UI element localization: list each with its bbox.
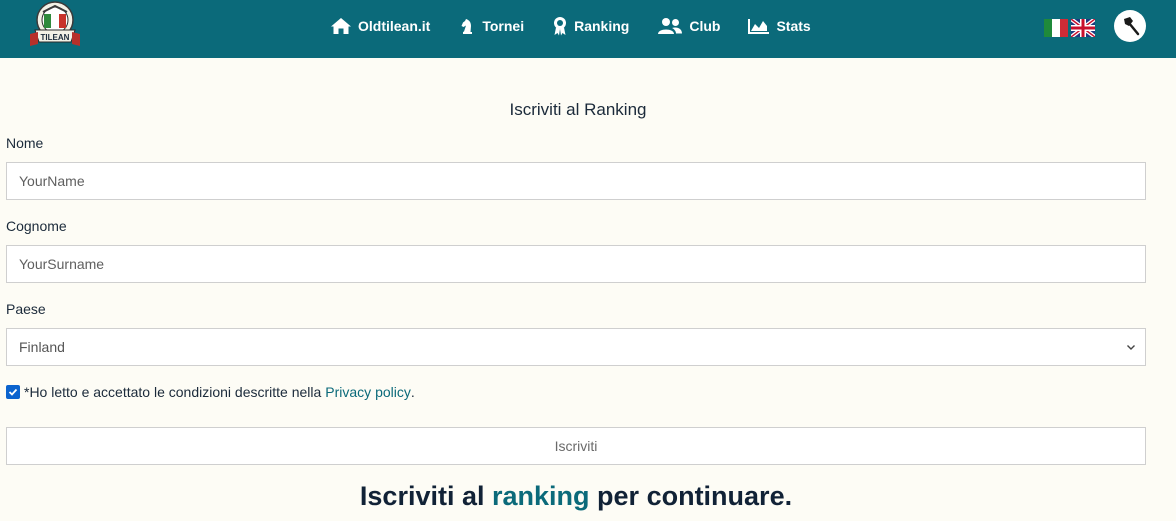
flag-it-icon[interactable] xyxy=(1044,19,1068,37)
check-icon xyxy=(8,388,18,396)
cta-prefix: Iscriviti al xyxy=(359,481,485,511)
name-input[interactable] xyxy=(6,162,1146,200)
chevron-down-icon xyxy=(1127,345,1135,350)
country-label: Paese xyxy=(6,301,46,317)
flag-uk-icon[interactable] xyxy=(1071,19,1095,37)
nav-item-club[interactable]: Club xyxy=(657,17,720,35)
submit-button[interactable]: Iscriviti xyxy=(6,427,1146,465)
home-icon xyxy=(331,18,351,34)
users-icon xyxy=(658,18,683,34)
name-label: Nome xyxy=(6,135,44,151)
language-switcher xyxy=(1044,19,1098,37)
cta-suffix: per continuare. xyxy=(597,481,793,511)
consent-row: *Ho letto e accettato le condizioni desc… xyxy=(6,384,415,400)
user-menu-button[interactable] xyxy=(1114,10,1146,42)
nav-item-oldtilean[interactable]: Oldtilean.it xyxy=(330,17,430,35)
top-navbar: TILEAN Oldtilean.it Tornei Ranking Club … xyxy=(0,0,1176,58)
consent-text: *Ho letto e accettato le condizioni desc… xyxy=(24,384,322,400)
surname-label: Cognome xyxy=(6,218,67,234)
privacy-policy-link[interactable]: Privacy policy xyxy=(325,384,411,400)
nav-item-stats[interactable]: Stats xyxy=(748,18,811,34)
svg-text:TILEAN: TILEAN xyxy=(41,33,70,42)
form-title: Iscriviti al Ranking xyxy=(509,100,647,119)
area-chart-icon xyxy=(748,19,770,34)
nav-item-tornei[interactable]: Tornei xyxy=(458,17,524,35)
consent-checkbox[interactable] xyxy=(6,385,20,399)
tilean-logo[interactable]: TILEAN xyxy=(26,0,84,54)
surname-input[interactable] xyxy=(6,245,1146,283)
axe-icon xyxy=(1124,17,1140,36)
nav-item-label: Oldtilean.it xyxy=(358,18,431,34)
nav-item-label: Ranking xyxy=(574,18,630,34)
award-icon xyxy=(554,17,567,36)
main-nav: Oldtilean.it Tornei Ranking Club Stats xyxy=(330,14,839,38)
consent-text-end: . xyxy=(410,384,415,400)
country-select[interactable]: Finland xyxy=(6,328,1146,366)
cta-heading: Iscriviti al ranking per continuare. xyxy=(0,481,1152,512)
nav-item-ranking[interactable]: Ranking xyxy=(552,16,629,36)
chess-knight-icon xyxy=(461,19,473,34)
nav-item-label: Stats xyxy=(776,18,811,34)
nav-item-label: Tornei xyxy=(482,18,525,34)
country-select-value: Finland xyxy=(19,339,65,355)
nav-item-label: Club xyxy=(689,18,721,34)
cta-ranking-link[interactable]: ranking xyxy=(492,481,590,511)
